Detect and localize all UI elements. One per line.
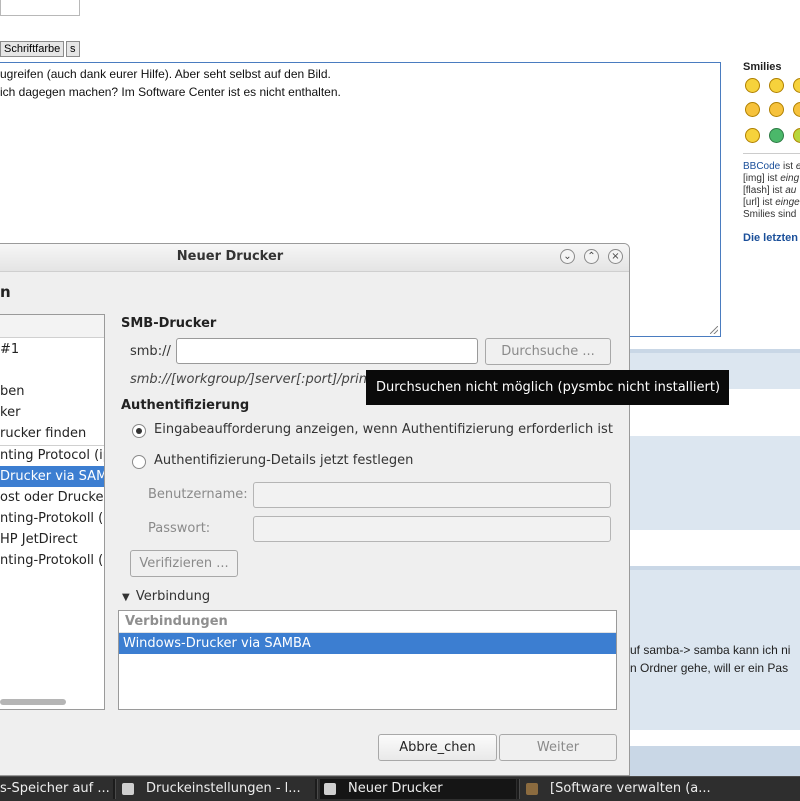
- img-info: [img] ist eing: [743, 173, 799, 185]
- password-label: Passwort:: [148, 521, 211, 536]
- taskbar-item[interactable]: [Software verwalten (a...: [522, 779, 720, 799]
- bbcode-text: ist: [780, 161, 796, 172]
- taskbar-item[interactable]: Druckeinstellungen - l...: [118, 779, 314, 799]
- device-item[interactable]: nting Protocol (ip: [0, 445, 104, 466]
- smiley-icon[interactable]: [793, 128, 800, 143]
- taskbar-separator: [517, 779, 520, 799]
- flash-text: [flash] ist: [743, 185, 786, 196]
- smiley-icon[interactable]: [793, 78, 800, 93]
- url-status: einge: [775, 197, 800, 208]
- bbcode-status: e: [796, 161, 800, 172]
- auth-now-radio[interactable]: [132, 455, 146, 469]
- device-item[interactable]: ker: [0, 402, 104, 423]
- browse-button[interactable]: Durchsuche ...: [485, 338, 611, 365]
- device-item[interactable]: nting-Protokoll (: [0, 508, 104, 529]
- smb-uri-hint: smb://[workgroup/]server[:port]/print: [130, 372, 373, 387]
- device-item[interactable]: rucker finden: [0, 423, 104, 444]
- username-field[interactable]: [253, 482, 611, 508]
- forum-subject-input[interactable]: [0, 0, 80, 16]
- page-band: [630, 746, 800, 776]
- url-text: [url] ist: [743, 197, 776, 208]
- maximize-button[interactable]: ⌃: [584, 249, 599, 264]
- taskbar: s-Speicher auf ... Druckeinstellungen - …: [0, 776, 800, 801]
- smb-prefix-label: smb://: [130, 344, 171, 359]
- device-list-scrollbar[interactable]: [0, 699, 66, 705]
- chevron-up-icon: ⌃: [587, 250, 596, 262]
- device-item[interactable]: ben: [0, 381, 104, 402]
- device-item[interactable]: nting-Protokoll (: [0, 550, 104, 571]
- last-posts-heading[interactable]: Die letzten: [743, 232, 798, 244]
- auth-now-label[interactable]: Authentifizierung-Details jetzt festlege…: [154, 453, 413, 468]
- dialog-titlebar[interactable]: Neuer Drucker ⌄ ⌃ ×: [0, 244, 629, 272]
- chevron-down-icon: ⌄: [563, 250, 572, 262]
- username-label: Benutzername:: [148, 487, 248, 502]
- device-list-header: [0, 315, 104, 338]
- taskbar-separator: [113, 779, 116, 799]
- triangle-down-icon: ▼: [122, 592, 130, 603]
- verify-button[interactable]: Verifizieren ...: [130, 550, 238, 577]
- auth-prompt-label[interactable]: Eingabeaufforderung anzeigen, wenn Authe…: [154, 422, 613, 437]
- bbcode-link[interactable]: BBCode: [743, 161, 780, 172]
- connection-expander[interactable]: ▼ Verbindung: [122, 589, 210, 604]
- smiley-confused-icon[interactable]: [745, 128, 760, 143]
- device-item[interactable]: HP JetDirect: [0, 529, 104, 550]
- resize-grip[interactable]: [710, 326, 718, 334]
- device-item[interactable]: ost oder Drucker: [0, 487, 104, 508]
- post-text-line: n Ordner gehe, will er ein Pas: [630, 661, 789, 675]
- font-color-button[interactable]: Schriftfarbe: [0, 41, 65, 57]
- smiley-teeth-icon[interactable]: [769, 78, 784, 93]
- editor-line: ugreifen (auch dank eurer Hilfe). Aber s…: [0, 67, 331, 81]
- bbcode-info: BBCode ist e: [743, 161, 800, 173]
- package-icon: [526, 783, 538, 795]
- format-s-button[interactable]: s: [66, 41, 80, 57]
- smiley-grin-icon[interactable]: [745, 78, 760, 93]
- taskbar-separator: [315, 779, 318, 799]
- taskbar-item-active[interactable]: Neuer Drucker: [320, 779, 516, 799]
- browse-tooltip: Durchsuchen nicht möglich (pysmbc nicht …: [366, 370, 729, 405]
- minimize-button[interactable]: ⌄: [560, 249, 575, 264]
- smiley-surprised-icon[interactable]: [769, 102, 784, 117]
- smiley-green-icon[interactable]: [769, 128, 784, 143]
- printer-icon: [122, 783, 134, 795]
- img-status: eing: [780, 173, 800, 184]
- smiley-tongue-icon[interactable]: [745, 102, 760, 117]
- close-button[interactable]: ×: [608, 249, 623, 264]
- cancel-button[interactable]: Abbre_chen: [378, 734, 497, 761]
- device-list[interactable]: #1 ben ker rucker finden nting Protocol …: [0, 314, 105, 710]
- device-item[interactable]: [0, 360, 104, 381]
- connection-expander-label: Verbindung: [135, 589, 211, 604]
- smb-uri-input[interactable]: [176, 338, 478, 364]
- close-icon: ×: [611, 250, 620, 262]
- device-item-selected[interactable]: Drucker via SAMB: [0, 466, 104, 487]
- smilies-title: Smilies: [743, 61, 782, 73]
- next-button[interactable]: Weiter: [499, 734, 617, 761]
- auth-section-heading: Authentifizierung: [121, 398, 250, 413]
- password-field[interactable]: [253, 516, 611, 542]
- page-band: [630, 436, 800, 530]
- smilies-info: Smilies sind: [743, 209, 797, 220]
- auth-prompt-radio[interactable]: [132, 424, 146, 438]
- taskbar-item-label: s-Speicher auf ...: [0, 781, 110, 796]
- smb-section-heading: SMB-Drucker: [121, 316, 217, 331]
- taskbar-item[interactable]: s-Speicher auf ...: [0, 779, 112, 799]
- dialog-title: Neuer Drucker: [176, 249, 284, 264]
- device-item[interactable]: #1: [0, 339, 104, 360]
- post-text-line: uf samba-> samba kann ich ni: [630, 643, 791, 657]
- taskbar-item-label: [Software verwalten (a...: [550, 781, 711, 796]
- flash-info: [flash] ist au: [743, 185, 796, 197]
- flash-status: au: [785, 185, 797, 196]
- divider: [743, 153, 800, 154]
- connection-row-selected[interactable]: Windows-Drucker via SAMBA: [119, 633, 616, 654]
- url-info: [url] ist einge: [743, 197, 800, 209]
- taskbar-item-label: Druckeinstellungen - l...: [146, 781, 301, 796]
- connections-header[interactable]: Verbindungen: [119, 611, 616, 633]
- dialog-heading: n: [0, 283, 11, 301]
- taskbar-item-label: Neuer Drucker: [348, 781, 443, 796]
- connections-list[interactable]: Verbindungen Windows-Drucker via SAMBA: [118, 610, 617, 710]
- smiley-icon[interactable]: [793, 102, 800, 117]
- editor-line: ich dagegen machen? Im Software Center i…: [0, 85, 341, 99]
- printer-icon: [324, 783, 336, 795]
- img-text: [img] ist: [743, 173, 781, 184]
